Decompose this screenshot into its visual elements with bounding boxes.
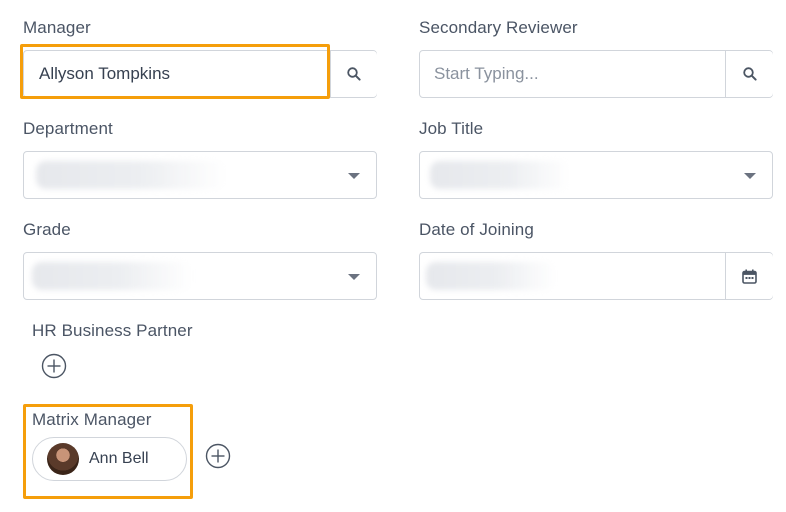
search-icon (742, 67, 757, 81)
secondary-reviewer-field[interactable]: Start Typing... (419, 50, 773, 98)
grade-value-redacted (32, 262, 192, 290)
date-of-joining-value-redacted (426, 262, 556, 290)
grade-select[interactable] (23, 252, 377, 300)
add-matrix-manager-icon[interactable] (205, 443, 231, 469)
secondary-reviewer-label: Secondary Reviewer (419, 18, 578, 37)
manager-field[interactable]: Allyson Tompkins (23, 50, 377, 98)
date-of-joining-field[interactable] (419, 252, 773, 300)
matrix-manager-label: Matrix Manager (32, 410, 152, 429)
job-title-label: Job Title (419, 119, 484, 138)
job-title-select[interactable] (419, 151, 773, 199)
caret-down-icon (744, 173, 756, 179)
matrix-manager-chip[interactable]: Ann Bell (32, 437, 187, 481)
manager-label: Manager (23, 18, 91, 37)
manager-value: Allyson Tompkins (39, 64, 171, 83)
department-label: Department (23, 119, 113, 138)
search-icon (347, 67, 361, 81)
date-of-joining-label: Date of Joining (419, 220, 534, 239)
caret-down-icon (348, 173, 360, 179)
grade-label: Grade (23, 220, 71, 239)
secondary-reviewer-placeholder: Start Typing... (434, 64, 539, 83)
avatar (47, 443, 79, 475)
secondary-reviewer-search-button[interactable] (725, 51, 773, 97)
caret-down-icon (348, 274, 360, 280)
department-select[interactable] (23, 151, 377, 199)
job-title-value-redacted (430, 161, 570, 189)
manager-search-button[interactable] (330, 51, 377, 97)
add-hr-business-partner-icon[interactable] (41, 353, 67, 379)
matrix-manager-name: Ann Bell (89, 450, 149, 467)
hr-business-partner-label: HR Business Partner (32, 321, 193, 340)
date-picker-button[interactable] (725, 253, 773, 299)
department-value-redacted (36, 161, 226, 189)
calendar-icon (742, 269, 757, 284)
